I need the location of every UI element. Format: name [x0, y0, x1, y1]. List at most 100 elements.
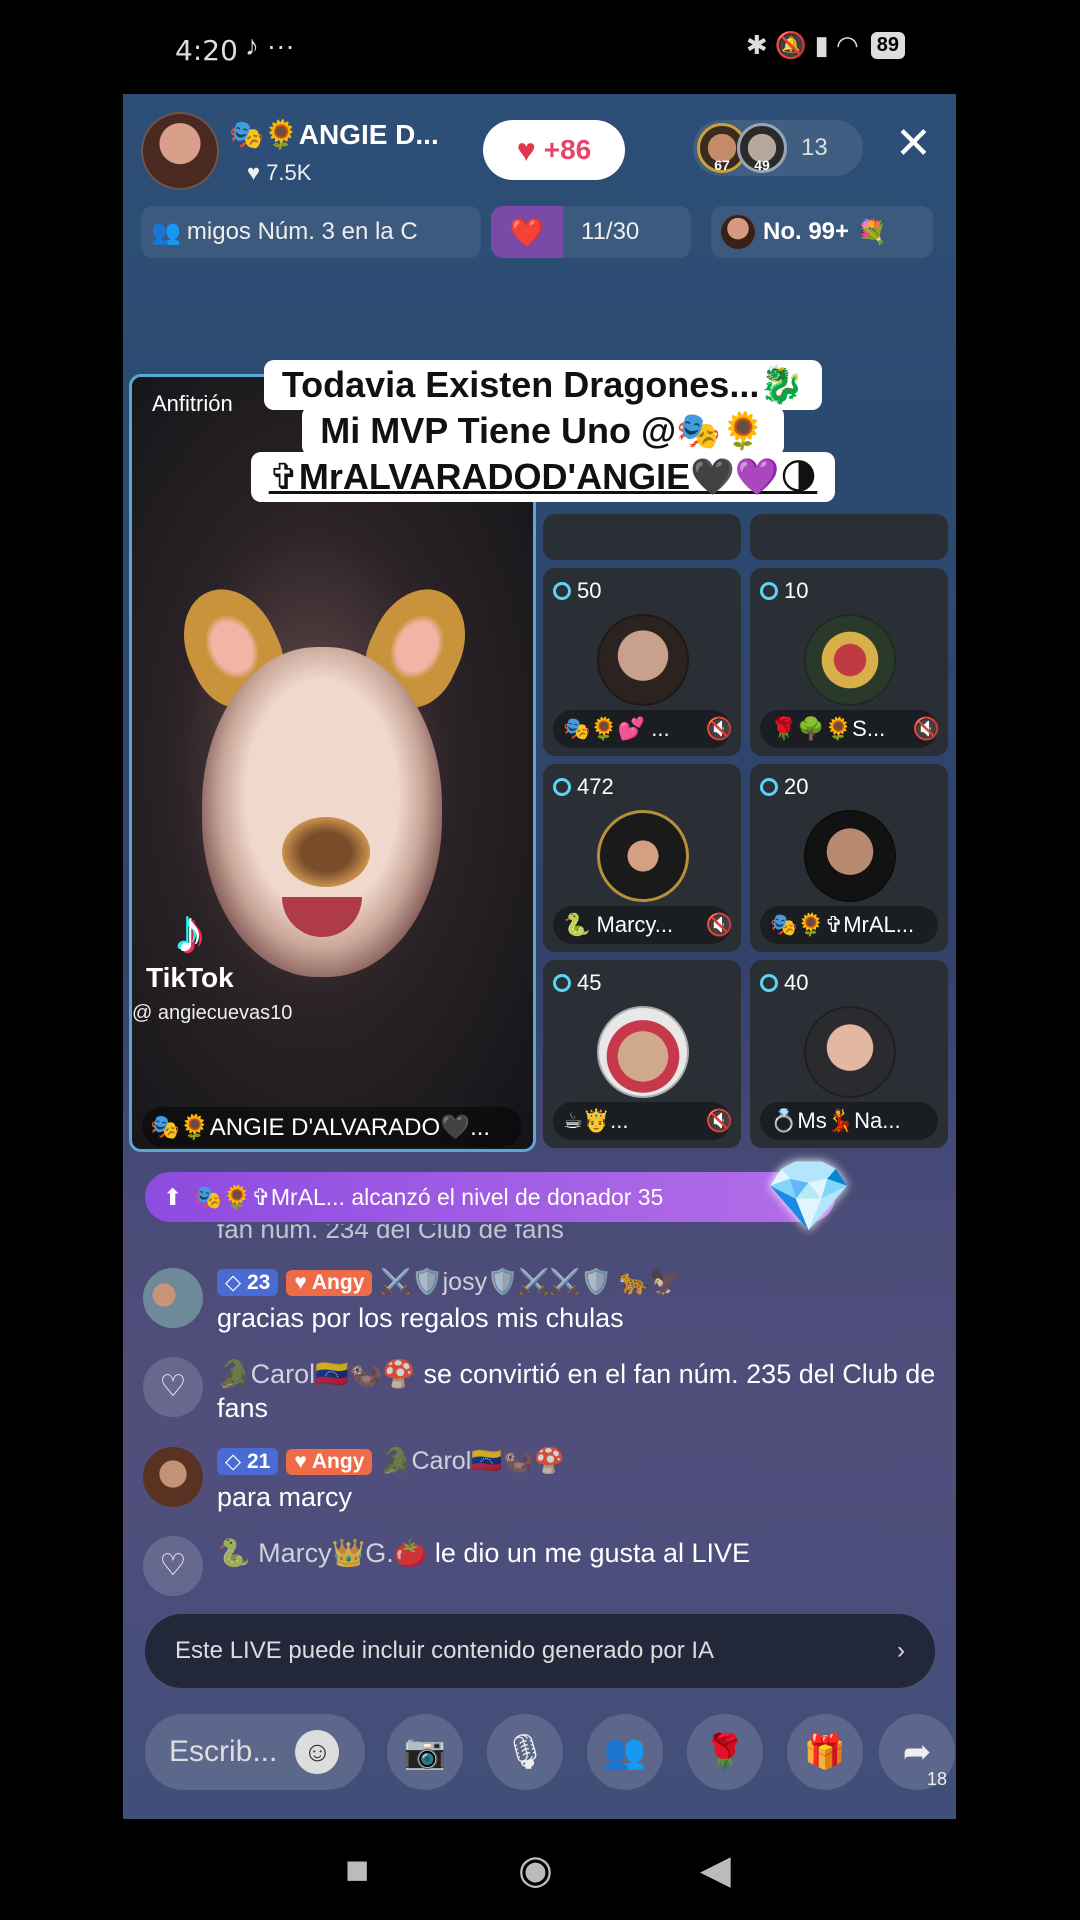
guest-name: ☕🤴... [553, 1102, 731, 1140]
goal-icon: ❤️ [491, 206, 563, 258]
username[interactable]: 🐊Carol🇻🇪🦦🍄 [217, 1359, 416, 1389]
share-count: 18 [926, 1769, 947, 1789]
chat-message: ◇ 23 ♥ Angy ⚔️🛡️josy🛡️⚔️⚔️🛡️ 🐆🦅 gracias … [143, 1268, 943, 1335]
chat-system-message: ♡ 🐍 Marcy👑G.🍅 le dio un me gusta al LIVE [143, 1536, 943, 1596]
guest-tile-partial[interactable] [543, 514, 741, 560]
guest-tile[interactable]: 45 ☕🤴... 🔇 [543, 960, 741, 1148]
live-stream-screen: 🎭🌻ANGIE D... ♥ 7.5K ♥ +86 67 49 13 ✕ 👥 m… [123, 94, 956, 1819]
mic-muted-icon: 🔇 [705, 716, 733, 741]
guest-score: 472 [553, 774, 614, 800]
rank-text: migos Núm. 3 en la C [186, 218, 418, 245]
username[interactable]: ⚔️🛡️josy🛡️⚔️⚔️🛡️ 🐆🦅 [380, 1268, 680, 1297]
fan-badge: ♥ Angy [286, 1448, 373, 1475]
diamond-icon [553, 974, 571, 992]
video-caption: Todavia Existen Dragones...🐉 Mi MVP Tien… [243, 360, 843, 502]
username[interactable]: 🐊Carol🇻🇪🦦🍄 [380, 1447, 564, 1476]
chat-feed[interactable]: fan núm. 234 del Club de fans ◇ 23 ♥ Ang… [143, 1224, 943, 1596]
ranking-chip[interactable]: No. 99+ 💐 [711, 206, 933, 258]
donor-level-banner: ⬆ 🎭🌻✞MrAL... alcanzó el nivel de donador… [145, 1172, 835, 1222]
notification-icons: ♪ ··· [245, 30, 295, 61]
status-icons: ✱ 🔕 ▮ ◠ [745, 30, 859, 60]
caption-line-2: Mi MVP Tiene Uno @🎭🌻 [302, 406, 784, 456]
guest-name: 🌹🌳🌻S... [760, 710, 938, 748]
like-count: +86 [543, 134, 592, 165]
guest-avatar [597, 810, 689, 902]
rank-chip[interactable]: 👥 migos Núm. 3 en la C [141, 206, 481, 258]
ranking-text: No. 99+ [763, 218, 850, 245]
ranking-avatar [721, 215, 755, 249]
tiktok-brand: TikTok [146, 962, 234, 993]
level-badge: ◇ 21 [217, 1448, 279, 1475]
guest-score: 45 [553, 970, 601, 996]
share-icon[interactable]: ➦ 18 [879, 1714, 955, 1790]
guest-avatar [804, 614, 896, 706]
host-avatar[interactable] [141, 112, 219, 190]
mic-off-icon[interactable]: 🎙 [487, 1714, 563, 1790]
mic-muted-icon: 🔇 [705, 1108, 733, 1133]
camera-off-icon[interactable]: 📷 [387, 1714, 463, 1790]
battery-icon: 89 [870, 32, 905, 59]
viewer-list[interactable]: 67 49 13 [693, 120, 863, 176]
guest-avatar [597, 614, 689, 706]
viewer-count: 13 [801, 134, 828, 161]
guest-tile[interactable]: 50 🎭🌻💕 ... 🔇 [543, 568, 741, 756]
status-bar: 4:20 ♪ ··· ✱ 🔕 ▮ ◠ 89 [0, 0, 1080, 95]
user-avatar[interactable] [143, 1268, 203, 1328]
goal-progress-text: 11/30 [581, 218, 640, 245]
guests-icon[interactable]: 👥 [587, 1714, 663, 1790]
clock: 4:20 [175, 34, 238, 67]
guest-avatar [804, 810, 896, 902]
comment-input[interactable]: Escrib... ☺ [145, 1714, 365, 1790]
watermark-handle: @ angiecuevas10 [132, 1002, 293, 1024]
ai-content-notice[interactable]: Este LIVE puede incluir contenido genera… [145, 1614, 935, 1688]
host-name: 🎭🌻ANGIE D... [229, 119, 439, 150]
guest-score: 40 [760, 970, 808, 996]
gift-icon[interactable]: 🎁 [787, 1714, 863, 1790]
gift-flowers-icon: 💐 [857, 218, 887, 246]
rose-gift-icon[interactable]: 🌹 [687, 1714, 763, 1790]
heart-icon: ♥ [516, 131, 536, 168]
guest-score: 20 [760, 774, 808, 800]
guest-tile[interactable]: 10 🌹🌳🌻S... 🔇 [750, 568, 948, 756]
mic-muted-icon: 🔇 [912, 716, 940, 741]
username[interactable]: 🐍 Marcy👑G.🍅 [217, 1538, 427, 1568]
message-text: 🐊Carol🇻🇪🦦🍄 se convirtió en el fan núm. 2… [217, 1359, 936, 1423]
heart-outline-icon: ♡ [143, 1357, 203, 1417]
diamond-icon [760, 582, 778, 600]
back-icon[interactable]: ◀ [700, 1850, 731, 1890]
banner-text: 🎭🌻✞MrAL... alcanzó el nivel de donador 3… [194, 1183, 664, 1210]
viewer-avatar[interactable]: 49 [737, 123, 787, 173]
diamond-icon [553, 778, 571, 796]
level-badge: ◇ 23 [217, 1269, 279, 1296]
home-icon[interactable]: ◉ [518, 1850, 553, 1890]
chat-message: ◇ 21 ♥ Angy 🐊Carol🇻🇪🦦🍄 para marcy [143, 1447, 943, 1514]
emoji-icon[interactable]: ☺ [295, 1730, 340, 1774]
user-avatar[interactable] [143, 1447, 203, 1507]
caption-line-1: Todavia Existen Dragones...🐉 [263, 360, 823, 410]
message-text: 🐍 Marcy👑G.🍅 le dio un me gusta al LIVE [217, 1538, 751, 1568]
guest-name: 🎭🌻💕 ... [553, 710, 731, 748]
system-icons: ✱ 🔕 ▮ ◠ 89 [746, 30, 905, 61]
arrow-up-icon: ⬆ [163, 1183, 183, 1210]
diamond-icon [760, 974, 778, 992]
guest-tile[interactable]: 472 🐍 Marcy... 🔇 [543, 764, 741, 952]
close-icon[interactable]: ✕ [895, 122, 932, 166]
host-label: Anfitrión [152, 391, 233, 416]
guest-tile[interactable]: 40 💍Ms💃Na... [750, 960, 948, 1148]
chevron-right-icon: › [897, 1637, 905, 1664]
guest-tile[interactable]: 20 🎭🌻✞MrAL... [750, 764, 948, 952]
recents-icon[interactable]: ■ [345, 1850, 369, 1890]
message-text: para marcy [217, 1482, 353, 1512]
chat-system-message: ♡ 🐊Carol🇻🇪🦦🍄 se convirtió en el fan núm.… [143, 1357, 943, 1425]
mic-muted-icon: 🔇 [705, 912, 733, 937]
host-likes: ♥ 7.5K [247, 160, 312, 185]
tiktok-icon: ♪ [174, 898, 205, 965]
guest-score: 50 [553, 578, 601, 604]
follow-like-button[interactable]: ♥ +86 [483, 120, 625, 180]
caption-line-3: ✞MrALVARADOD'ANGIE🖤💜🌗 [250, 452, 836, 502]
comment-placeholder: Escrib... [169, 1735, 278, 1768]
goal-progress-chip[interactable]: ❤️ 11/30 [491, 206, 691, 258]
tiktok-watermark: ♪ TikTok [146, 897, 234, 994]
guest-avatar [804, 1006, 896, 1098]
guest-tile-partial[interactable] [750, 514, 948, 560]
